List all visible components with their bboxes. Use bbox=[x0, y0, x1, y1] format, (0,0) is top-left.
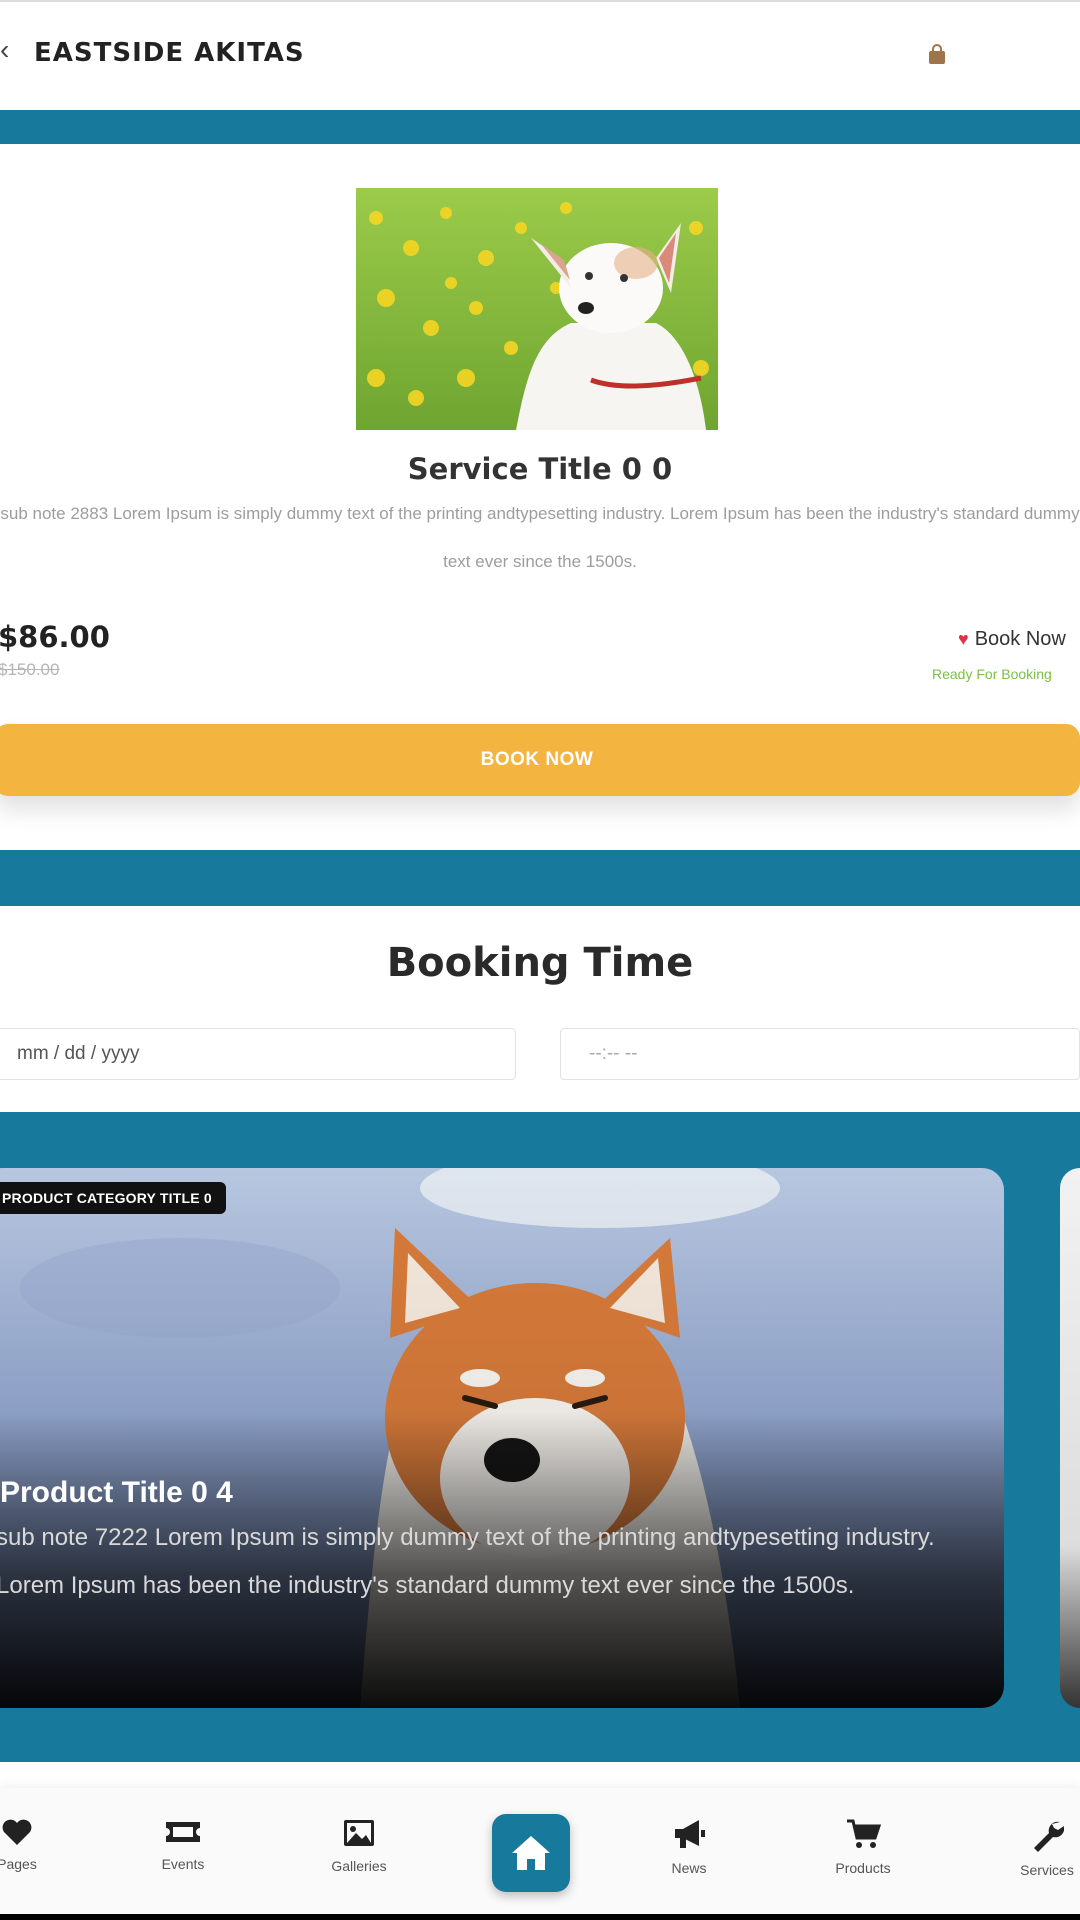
nav-label: Galleries bbox=[331, 1858, 387, 1874]
product-sub-note: sub note 7222 Lorem Ipsum is simply dumm… bbox=[0, 1524, 935, 1599]
wrench-icon bbox=[1034, 1821, 1064, 1852]
image-icon bbox=[344, 1820, 374, 1846]
service-image bbox=[356, 188, 718, 430]
ticket-icon bbox=[166, 1822, 200, 1842]
nav-item-home[interactable] bbox=[492, 1814, 570, 1892]
divider-band bbox=[0, 110, 1080, 144]
service-old-price: $150.00 bbox=[0, 660, 60, 679]
divider-band bbox=[0, 850, 1080, 906]
app-title: EASTSIDE AKITAS bbox=[34, 38, 305, 68]
book-now-button[interactable]: BOOK NOW bbox=[0, 724, 1080, 796]
nav-item-products[interactable]: Products bbox=[808, 1818, 918, 1876]
product-category-badge: PRODUCT CATEGORY TITLE 0 bbox=[0, 1182, 226, 1214]
booking-status: Ready For Booking bbox=[932, 666, 1052, 682]
product-card[interactable] bbox=[0, 1168, 1004, 1708]
booking-title: Booking Time bbox=[386, 940, 694, 986]
nav-label: Pages bbox=[0, 1856, 37, 1872]
megaphone-icon bbox=[675, 1820, 705, 1848]
product-card-next[interactable] bbox=[1060, 1168, 1080, 1708]
heart-icon bbox=[2, 1819, 32, 1845]
date-input[interactable]: mm / dd / yyyy bbox=[0, 1028, 516, 1080]
service-sub-note: sub note 2883 Lorem Ipsum is simply dumm… bbox=[0, 504, 1080, 571]
service-title: Service Title 0 0 bbox=[407, 452, 673, 486]
cart-icon bbox=[847, 1819, 881, 1848]
time-input[interactable]: --:-- -- bbox=[560, 1028, 1080, 1080]
nav-item-pages[interactable]: Pages bbox=[0, 1818, 72, 1872]
back-icon[interactable]: ‹ bbox=[0, 36, 9, 64]
nav-item-services[interactable]: Services bbox=[992, 1818, 1080, 1878]
nav-item-galleries[interactable]: Galleries bbox=[304, 1818, 414, 1874]
shopping-bag-icon[interactable] bbox=[926, 44, 948, 66]
nav-label: Services bbox=[1020, 1862, 1074, 1878]
book-now-link[interactable]: ♥ Book Now bbox=[958, 628, 1066, 651]
nav-label: Events bbox=[161, 1856, 205, 1872]
product-title: Product Title 0 4 bbox=[0, 1476, 233, 1509]
nav-item-news[interactable]: News bbox=[634, 1818, 744, 1876]
heart-icon: ♥ bbox=[958, 629, 969, 649]
nav-label: Products bbox=[835, 1860, 891, 1876]
service-price: $86.00 bbox=[0, 620, 110, 654]
book-now-link-label: Book Now bbox=[974, 628, 1066, 650]
nav-label: News bbox=[671, 1860, 707, 1876]
bottom-edge bbox=[0, 1914, 1080, 1920]
home-icon bbox=[512, 1836, 550, 1870]
nav-item-events[interactable]: Events bbox=[128, 1818, 238, 1872]
